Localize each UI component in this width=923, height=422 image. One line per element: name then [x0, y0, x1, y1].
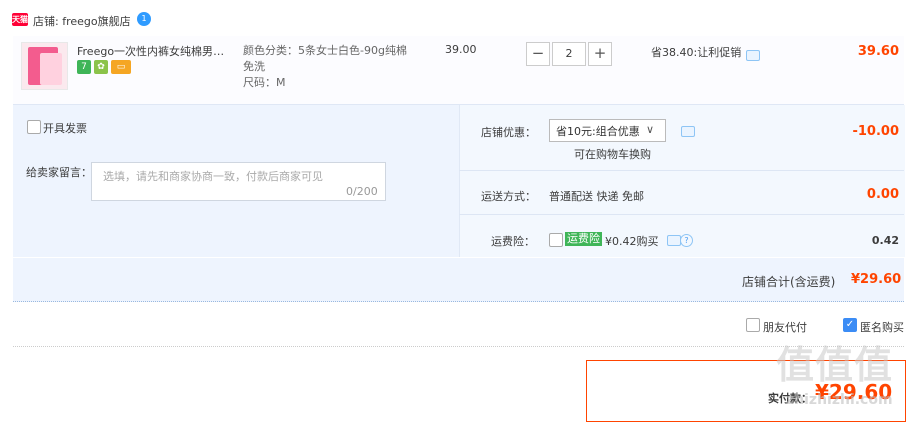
item-saving-text: 省38.40:让利促销 [651, 46, 742, 59]
unit-price: 39.00 [445, 43, 477, 56]
tmall-logo-icon: 天猫 [12, 13, 28, 26]
sku-info: 颜色分类：5条女士白色-90g纯棉免洗 尺码：M [243, 43, 413, 91]
shop-discount-value: -10.00 [852, 124, 899, 139]
friend-pay-label[interactable]: 朋友代付 [763, 319, 807, 335]
fees-divider [459, 170, 904, 171]
chevron-down-icon: ∨ [646, 123, 655, 136]
shop-total-value: ¥29.60 [851, 272, 902, 287]
insurance-checkbox[interactable] [549, 233, 563, 247]
message-placeholder: 选填，请先和商家协商一致，付款后商家可见 [103, 170, 323, 183]
watermark-url: zhizhizhi.com [786, 392, 893, 408]
credit-card-icon[interactable]: ▭ [111, 60, 131, 74]
invoice-checkbox[interactable] [27, 120, 41, 134]
item-total-price: 39.60 [857, 44, 899, 59]
product-thumbnail[interactable] [21, 42, 68, 90]
shipping-label: 运送方式： [481, 190, 536, 203]
product-package-image-2 [40, 53, 62, 85]
promo-info-icon[interactable] [746, 50, 760, 61]
help-question-icon[interactable]: ? [680, 234, 693, 247]
shop-name-link[interactable]: 店铺: freego旗舰店 [33, 13, 131, 29]
anonymous-checkbox[interactable]: ✓ [843, 318, 857, 332]
shop-discount-label: 店铺优惠： [481, 126, 536, 139]
invoice-label[interactable]: 开具发票 [43, 120, 87, 136]
shipping-value: 0.00 [866, 187, 899, 202]
friend-pay-checkbox[interactable] [746, 318, 760, 332]
insurance-price: ¥0.42购买 [605, 235, 659, 248]
message-char-count: 0/200 [346, 185, 378, 198]
shop-discount-selected: 省10元:组合优惠 [556, 125, 640, 138]
guarantee-icon[interactable]: ✿ [94, 60, 108, 74]
anonymous-label[interactable]: 匿名购买 [860, 319, 904, 335]
quantity-plus-button[interactable]: + [588, 42, 612, 66]
discount-info-icon[interactable] [681, 126, 695, 137]
sku-color: 颜色分类：5条女士白色-90g纯棉免洗 [243, 44, 407, 73]
product-title-link[interactable]: Freego一次性内裤女纯棉男旅… [77, 43, 235, 59]
insurance-tag: 运费险 [565, 232, 602, 246]
insurance-value: 0.42 [871, 234, 899, 247]
insurance-info-icon[interactable] [667, 235, 681, 246]
quantity-input[interactable]: 2 [552, 42, 586, 66]
item-saving: 省38.40:让利促销 [651, 44, 741, 60]
quantity-minus-button[interactable]: − [526, 42, 550, 66]
fees-divider [459, 214, 904, 215]
shop-chat-icon[interactable]: 1 [137, 12, 151, 26]
message-label: 给卖家留言： [26, 166, 92, 179]
insurance-label: 运费险： [491, 235, 535, 248]
sku-size: 尺码：M [243, 76, 286, 89]
shop-total-label: 店铺合计(含运费) [742, 275, 836, 289]
service-icons: 7 ✿ ▭ [77, 60, 134, 76]
shipping-method: 普通配送 快递 免邮 [549, 190, 644, 203]
shop-discount-note: 可在购物车换购 [574, 148, 651, 161]
options-divider [13, 346, 904, 348]
seven-day-return-icon[interactable]: 7 [77, 60, 91, 74]
